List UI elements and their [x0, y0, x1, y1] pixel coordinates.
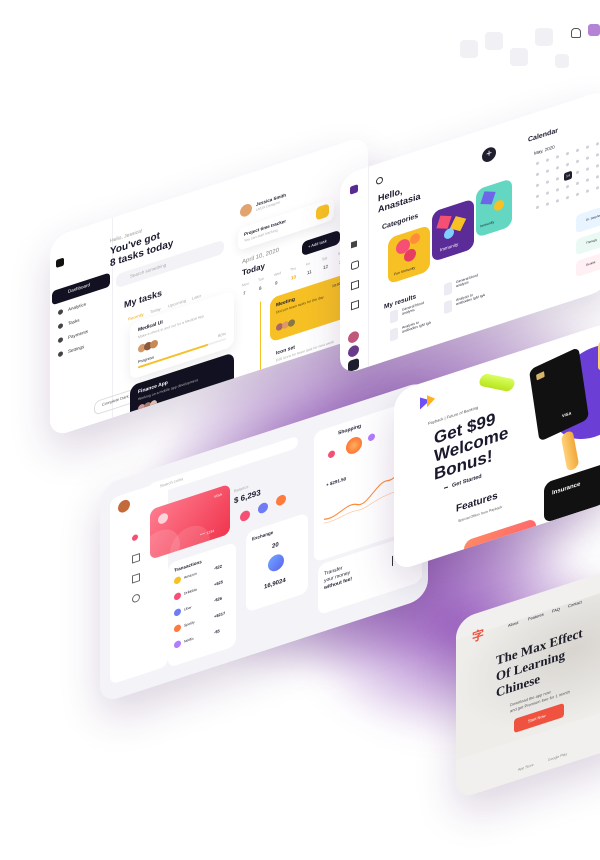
- weekday-label: Mon: [242, 281, 249, 288]
- weekday-label: Wed: [274, 270, 282, 278]
- transaction-icon: [174, 607, 181, 617]
- contact-avatar[interactable]: [258, 501, 268, 515]
- arrow-right-icon: [444, 486, 448, 489]
- decor-circle: [410, 232, 420, 246]
- card-chip: [536, 371, 545, 381]
- transaction-amount: +$25: [214, 579, 224, 587]
- calendar-day[interactable]: [546, 169, 549, 174]
- bell-icon[interactable]: [571, 28, 581, 38]
- calendar-day[interactable]: [566, 162, 569, 167]
- app-store-badge[interactable]: App Store: [518, 763, 534, 772]
- calendar-day[interactable]: [556, 176, 559, 181]
- result-item[interactable]: [390, 327, 398, 342]
- day-number[interactable]: 9: [275, 280, 278, 286]
- calendar-day[interactable]: [556, 198, 559, 203]
- transaction-icon: [174, 575, 181, 585]
- decor-shape: [494, 198, 504, 212]
- calendar-day[interactable]: [596, 163, 599, 168]
- calendar-day[interactable]: [536, 194, 539, 199]
- avatar[interactable]: [240, 202, 252, 219]
- calendar-day[interactable]: [556, 187, 559, 192]
- transaction-amount: -$5: [214, 628, 220, 635]
- calendar-day[interactable]: [596, 185, 599, 190]
- transaction-amount: +$217: [214, 610, 226, 619]
- result-item[interactable]: [444, 299, 452, 315]
- calendar-day[interactable]: [586, 145, 589, 150]
- calendar-day[interactable]: [596, 152, 599, 157]
- calendar-day[interactable]: [566, 184, 569, 189]
- transaction-name: Netflix: [184, 636, 194, 644]
- calendar-day[interactable]: [576, 148, 579, 153]
- calendar-day[interactable]: [586, 167, 589, 172]
- day-number[interactable]: 12: [323, 264, 328, 271]
- calendar-day[interactable]: [546, 158, 549, 163]
- day-number[interactable]: 10: [291, 274, 296, 281]
- transaction-name: Dribbble: [184, 587, 198, 596]
- calendar-day[interactable]: [566, 151, 569, 156]
- decor-cylinder: [477, 372, 517, 393]
- calendar-day-selected[interactable]: 14: [564, 170, 572, 182]
- timeline-line: [260, 301, 261, 370]
- result-label: Analysis to antibodies IgM IgA: [456, 292, 485, 307]
- decorative-squares: [440, 20, 580, 90]
- decor-shape: [444, 226, 454, 241]
- calendar-day[interactable]: [586, 156, 589, 161]
- weekday-label: Tue: [258, 276, 264, 283]
- calendar-day[interactable]: [586, 178, 589, 183]
- result-item[interactable]: [444, 281, 452, 297]
- avatar: [150, 399, 157, 409]
- day-number[interactable]: 11: [307, 269, 312, 276]
- calendar-day[interactable]: [596, 141, 599, 146]
- calendar-day[interactable]: [546, 191, 549, 196]
- transaction-name: Spotify: [184, 620, 195, 628]
- calendar-day[interactable]: [576, 159, 579, 164]
- calendar-day[interactable]: [556, 154, 559, 159]
- result-item[interactable]: [390, 309, 398, 324]
- contact-avatar[interactable]: [276, 493, 286, 507]
- calendar-day[interactable]: [536, 161, 539, 166]
- day-number[interactable]: 8: [259, 285, 262, 291]
- calendar-day[interactable]: [566, 195, 569, 200]
- category-card-immunity[interactable]: [432, 198, 474, 263]
- calendar-day[interactable]: [576, 170, 579, 175]
- calendar-day[interactable]: [576, 181, 579, 186]
- weekday-label: Thu: [290, 266, 297, 273]
- transaction-amount: -$22: [214, 563, 223, 571]
- result-label: Analysis to antibodies IgM IgA: [402, 320, 431, 334]
- calendar-title: Calendar: [528, 127, 558, 144]
- calendar-day[interactable]: [536, 172, 539, 177]
- contact-avatar[interactable]: [240, 509, 250, 523]
- transaction-icon: [174, 639, 181, 649]
- calendar-day[interactable]: [536, 205, 539, 210]
- add-button[interactable]: +: [482, 145, 496, 164]
- calendar-day[interactable]: [556, 165, 559, 170]
- decor-circle: [158, 511, 168, 526]
- calendar-day[interactable]: [586, 189, 589, 194]
- category-card-immunity-2[interactable]: [476, 178, 512, 238]
- weekday-label: Fri: [306, 261, 311, 267]
- transaction-name: Uber: [184, 605, 192, 612]
- calendar-day[interactable]: [576, 192, 579, 197]
- calendar-day[interactable]: [536, 183, 539, 188]
- google-play-badge[interactable]: Google Play: [548, 752, 567, 762]
- categories-title: Categories: [382, 212, 419, 232]
- calendar-day[interactable]: [546, 202, 549, 207]
- result-label: General blood analysis: [456, 273, 478, 289]
- day-number[interactable]: 7: [243, 290, 246, 296]
- tab-later[interactable]: Later: [192, 293, 201, 301]
- calendar-day[interactable]: [546, 180, 549, 185]
- avatar[interactable]: [588, 24, 600, 36]
- logo-icon-accent: [427, 392, 435, 408]
- search-icon[interactable]: [376, 176, 383, 186]
- transaction-icon: [174, 623, 181, 633]
- weekday-label: Sat: [322, 255, 328, 262]
- calendar-day[interactable]: [596, 174, 599, 179]
- decor-shape: [480, 191, 496, 205]
- transaction-icon: [174, 591, 181, 601]
- transaction-amount: -$26: [214, 595, 223, 603]
